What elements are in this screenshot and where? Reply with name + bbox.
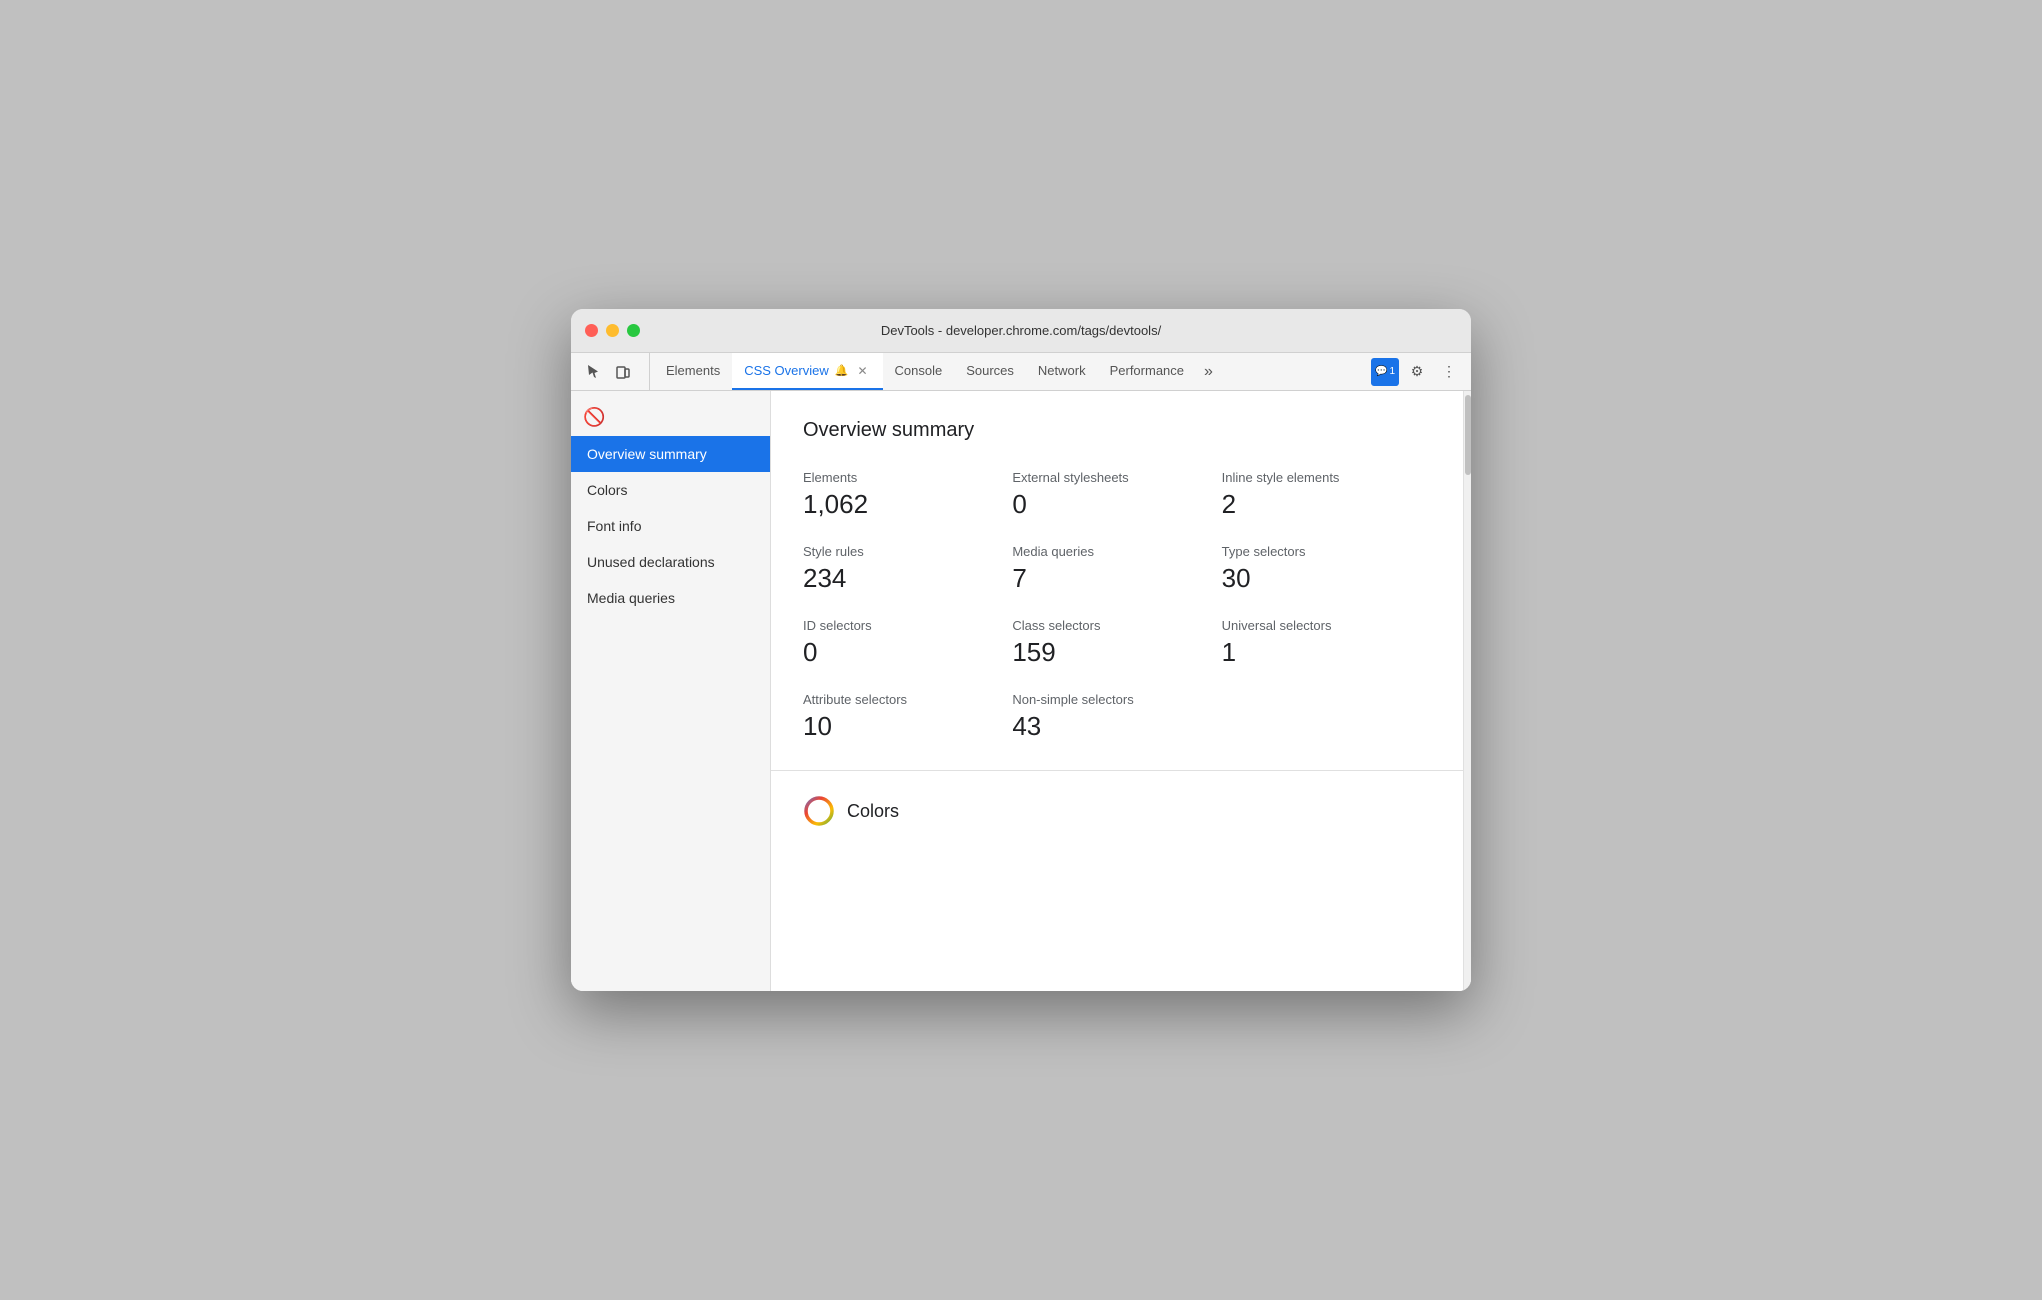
google-colors-icon (803, 795, 835, 827)
stat-non-simple-selectors-value: 43 (1012, 711, 1221, 742)
tab-console[interactable]: Console (883, 353, 955, 390)
tab-elements[interactable]: Elements (654, 353, 732, 390)
scrollbar-track[interactable] (1463, 391, 1471, 991)
sidebar-item-media-queries[interactable]: Media queries (571, 580, 770, 616)
bell-icon: 🔔 (835, 364, 849, 377)
stat-non-simple-selectors: Non-simple selectors 43 (1012, 692, 1221, 742)
content-area[interactable]: Overview summary Elements 1,062 External… (771, 391, 1463, 991)
settings-button[interactable]: ⚙ (1403, 358, 1431, 386)
stat-universal-selectors: Universal selectors 1 (1222, 618, 1431, 668)
notifications-button[interactable]: 💬 1 (1371, 358, 1399, 386)
block-icon: 🚫 (571, 399, 770, 436)
stat-style-rules-label: Style rules (803, 544, 1012, 559)
device-toggle-icon[interactable] (609, 358, 637, 386)
tabs-container: Elements CSS Overview 🔔 ✕ Console Source… (654, 353, 1371, 390)
sidebar-item-overview-summary[interactable]: Overview summary (571, 436, 770, 472)
overview-summary-section: Overview summary Elements 1,062 External… (771, 391, 1463, 770)
stat-elements-label: Elements (803, 470, 1012, 485)
toolbar-tools (579, 353, 650, 390)
window-title: DevTools - developer.chrome.com/tags/dev… (881, 323, 1161, 338)
tab-network[interactable]: Network (1026, 353, 1098, 390)
scrollbar-thumb[interactable] (1465, 395, 1471, 475)
stat-external-stylesheets: External stylesheets 0 (1012, 470, 1221, 520)
stat-inline-style-label: Inline style elements (1222, 470, 1431, 485)
stat-id-selectors-label: ID selectors (803, 618, 1012, 633)
stat-class-selectors-label: Class selectors (1012, 618, 1221, 633)
stat-media-queries-label: Media queries (1012, 544, 1221, 559)
close-button[interactable] (585, 324, 598, 337)
settings-icon: ⚙ (1411, 363, 1424, 380)
more-options-button[interactable]: ⋮ (1435, 358, 1463, 386)
stat-elements-value: 1,062 (803, 489, 1012, 520)
traffic-lights (585, 324, 640, 337)
stat-universal-selectors-label: Universal selectors (1222, 618, 1431, 633)
stat-attribute-selectors-label: Attribute selectors (803, 692, 1012, 707)
stat-id-selectors-value: 0 (803, 637, 1012, 668)
tab-close-button[interactable]: ✕ (854, 363, 870, 379)
stat-universal-selectors-value: 1 (1222, 637, 1431, 668)
stat-type-selectors-value: 30 (1222, 563, 1431, 594)
tab-sources[interactable]: Sources (954, 353, 1026, 390)
stat-external-stylesheets-label: External stylesheets (1012, 470, 1221, 485)
sidebar-item-unused-declarations[interactable]: Unused declarations (571, 544, 770, 580)
stat-type-selectors-label: Type selectors (1222, 544, 1431, 559)
stat-external-stylesheets-value: 0 (1012, 489, 1221, 520)
stat-style-rules: Style rules 234 (803, 544, 1012, 594)
stat-attribute-selectors-value: 10 (803, 711, 1012, 742)
stat-inline-style-value: 2 (1222, 489, 1431, 520)
stat-non-simple-selectors-label: Non-simple selectors (1012, 692, 1221, 707)
devtools-window: DevTools - developer.chrome.com/tags/dev… (571, 309, 1471, 991)
tab-css-overview[interactable]: CSS Overview 🔔 ✕ (732, 353, 882, 390)
more-icon: ⋮ (1442, 363, 1456, 380)
minimize-button[interactable] (606, 324, 619, 337)
main-layout: 🚫 Overview summary Colors Font info Unus… (571, 391, 1471, 991)
stats-grid: Elements 1,062 External stylesheets 0 In… (803, 470, 1431, 742)
titlebar: DevTools - developer.chrome.com/tags/dev… (571, 309, 1471, 353)
stat-style-rules-value: 234 (803, 563, 1012, 594)
stat-media-queries-value: 7 (1012, 563, 1221, 594)
stat-type-selectors: Type selectors 30 (1222, 544, 1431, 594)
tabbar: Elements CSS Overview 🔔 ✕ Console Source… (571, 353, 1471, 391)
stat-id-selectors: ID selectors 0 (803, 618, 1012, 668)
stat-elements: Elements 1,062 (803, 470, 1012, 520)
colors-section-label: Colors (847, 801, 899, 822)
colors-section: Colors (771, 771, 1463, 851)
sidebar: 🚫 Overview summary Colors Font info Unus… (571, 391, 771, 991)
chat-icon: 💬 (1375, 366, 1387, 377)
stat-inline-style: Inline style elements 2 (1222, 470, 1431, 520)
stat-media-queries: Media queries 7 (1012, 544, 1221, 594)
stat-class-selectors: Class selectors 159 (1012, 618, 1221, 668)
maximize-button[interactable] (627, 324, 640, 337)
stat-class-selectors-value: 159 (1012, 637, 1221, 668)
sidebar-item-font-info[interactable]: Font info (571, 508, 770, 544)
tabbar-actions: 💬 1 ⚙ ⋮ (1371, 353, 1471, 390)
cursor-icon[interactable] (579, 358, 607, 386)
more-tabs-button[interactable]: » (1196, 353, 1221, 390)
overview-title: Overview summary (803, 419, 1431, 442)
sidebar-item-colors[interactable]: Colors (571, 472, 770, 508)
stat-attribute-selectors: Attribute selectors 10 (803, 692, 1012, 742)
tab-performance[interactable]: Performance (1098, 353, 1196, 390)
